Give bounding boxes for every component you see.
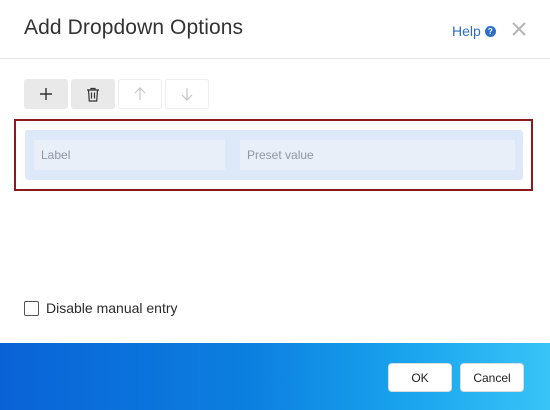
options-table <box>14 119 533 191</box>
dialog-title: Add Dropdown Options <box>24 16 244 39</box>
close-button[interactable] <box>509 18 529 40</box>
disable-manual-entry-label: Disable manual entry <box>46 300 178 316</box>
move-down-button[interactable] <box>165 79 209 109</box>
ok-button[interactable]: OK <box>388 363 452 392</box>
cancel-button[interactable]: Cancel <box>460 363 524 392</box>
arrow-down-icon <box>181 88 193 101</box>
delete-option-button[interactable] <box>71 79 115 109</box>
option-preset-value-input[interactable] <box>240 140 515 170</box>
disable-manual-entry-option[interactable]: Disable manual entry <box>24 300 178 316</box>
plus-icon <box>40 88 52 100</box>
dialog-header: Add Dropdown Options Help ? <box>0 0 550 59</box>
question-circle-icon: ? <box>484 25 496 37</box>
arrow-up-icon <box>134 87 146 100</box>
move-up-button[interactable] <box>118 79 162 109</box>
option-label-input[interactable] <box>34 140 225 170</box>
help-label: Help <box>452 23 481 39</box>
add-option-button[interactable] <box>24 79 68 109</box>
options-toolbar <box>24 79 209 109</box>
help-link[interactable]: Help ? <box>452 23 496 39</box>
option-row[interactable] <box>25 130 523 180</box>
dialog-footer: OK Cancel <box>0 343 550 410</box>
close-icon <box>512 22 526 36</box>
add-dropdown-options-dialog: Add Dropdown Options Help ? Label Preset… <box>0 0 550 410</box>
trash-icon <box>87 87 99 102</box>
disable-manual-entry-checkbox[interactable] <box>24 300 39 316</box>
